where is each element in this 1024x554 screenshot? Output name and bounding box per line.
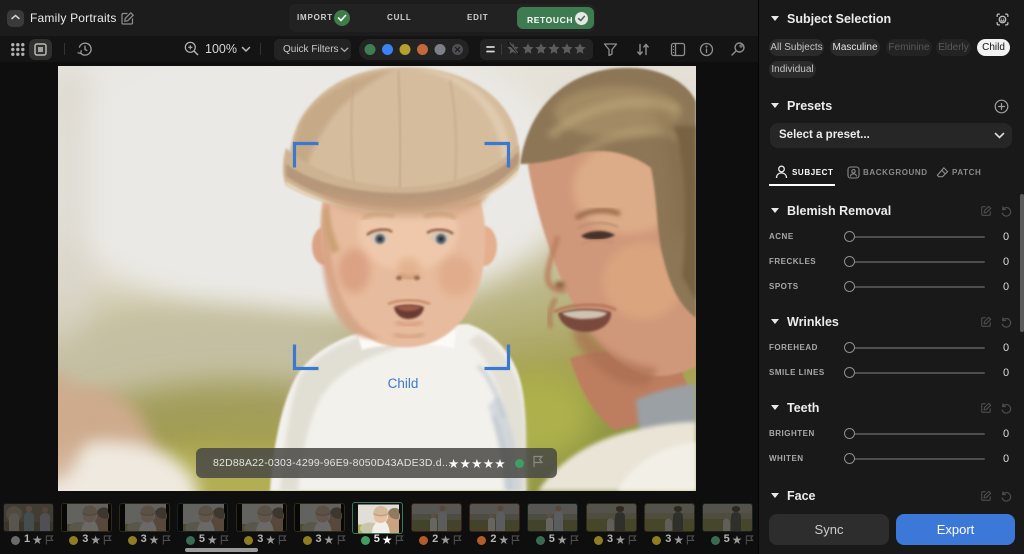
svg-text:Child: Child (388, 376, 419, 391)
